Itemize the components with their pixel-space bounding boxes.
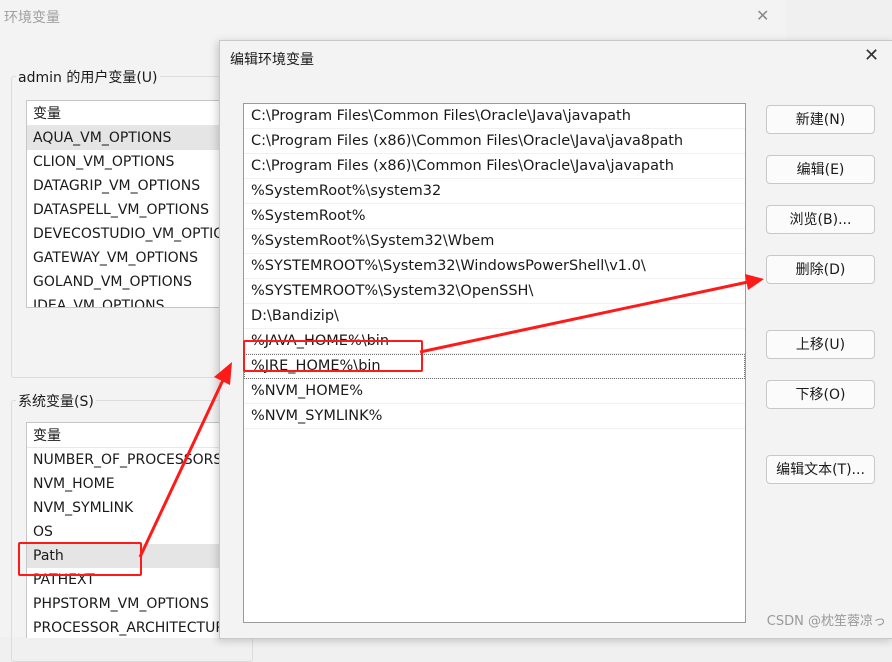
user-vars-label: admin 的用户变量(U) — [16, 67, 160, 87]
path-entry[interactable]: C:\Program Files\Common Files\Oracle\Jav… — [244, 104, 745, 129]
path-entry[interactable]: %SystemRoot%\System32\Wbem — [244, 229, 745, 254]
close-icon[interactable]: ✕ — [756, 6, 769, 25]
window-title: 环境变量 — [4, 10, 60, 26]
path-entry[interactable]: %SYSTEMROOT%\System32\OpenSSH\ — [244, 279, 745, 304]
move-down-button[interactable]: 下移(O) — [766, 380, 875, 409]
path-entry[interactable]: %SystemRoot%\system32 — [244, 179, 745, 204]
highlight-jre-home-entry — [243, 340, 423, 372]
watermark: CSDN @枕笙蓉凉っ — [766, 614, 886, 629]
path-entry[interactable]: %NVM_SYMLINK% — [244, 404, 745, 429]
path-entry[interactable]: %NVM_HOME% — [244, 379, 745, 404]
move-up-button[interactable]: 上移(U) — [766, 330, 875, 359]
path-entry[interactable]: D:\Bandizip\ — [244, 304, 745, 329]
browse-button[interactable]: 浏览(B)... — [766, 205, 875, 234]
close-icon[interactable]: ✕ — [864, 45, 879, 66]
delete-button[interactable]: 删除(D) — [766, 255, 875, 284]
highlight-path-item — [18, 542, 142, 576]
path-entry[interactable]: C:\Program Files (x86)\Common Files\Orac… — [244, 154, 745, 179]
new-button[interactable]: 新建(N) — [766, 105, 875, 134]
path-entry[interactable]: %SystemRoot% — [244, 204, 745, 229]
edit-text-button[interactable]: 编辑文本(T)... — [766, 455, 875, 484]
path-entry[interactable]: C:\Program Files (x86)\Common Files\Orac… — [244, 129, 745, 154]
system-vars-label: 系统变量(S) — [16, 391, 96, 411]
path-entry[interactable]: %SYSTEMROOT%\System32\WindowsPowerShell\… — [244, 254, 745, 279]
dialog-title: 编辑环境变量 — [230, 52, 314, 68]
edit-button[interactable]: 编辑(E) — [766, 155, 875, 184]
